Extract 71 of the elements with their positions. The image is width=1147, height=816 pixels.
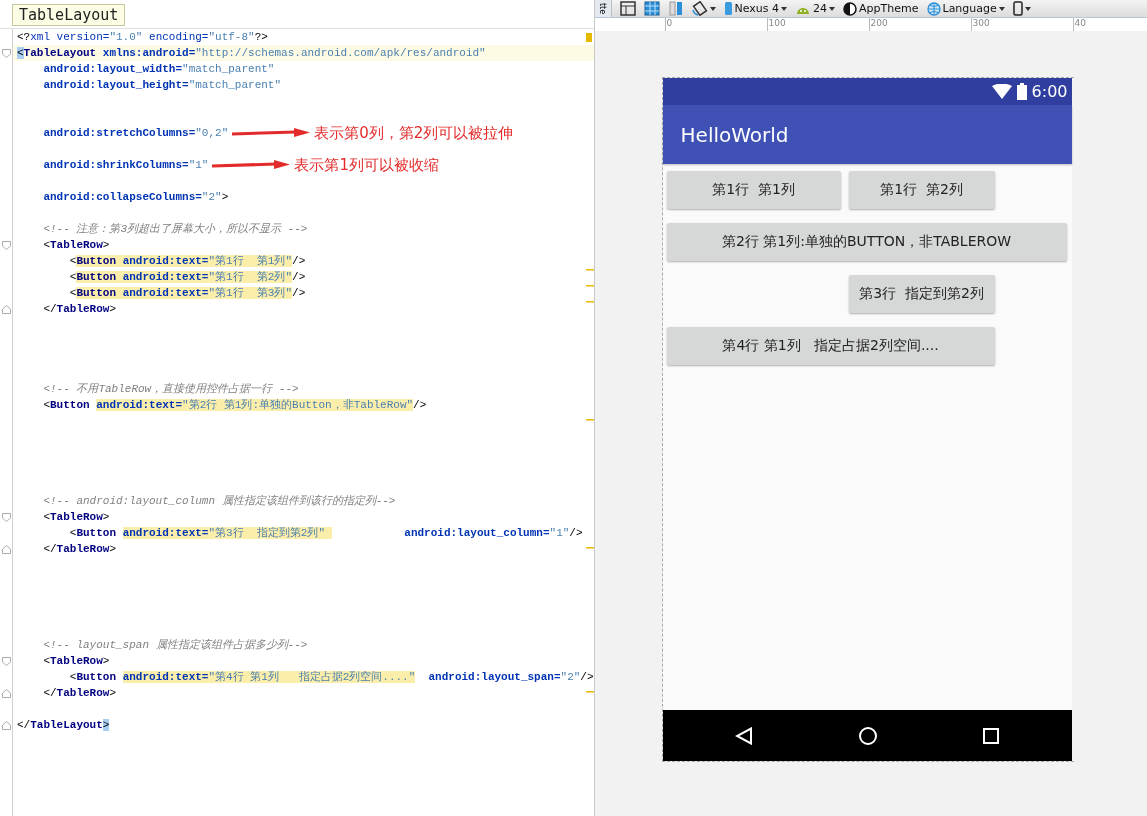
file-tab[interactable]: TableLayout xyxy=(12,4,126,26)
code-line: <!-- android:layout_column 属性指定该组件到该行的指定列--> xyxy=(42,494,396,509)
annotation-text: 表示第0列，第2列可以被拉伸 xyxy=(314,123,514,143)
ruler-label: 200 xyxy=(868,18,971,31)
wifi-icon xyxy=(991,84,1012,99)
code-line: <!-- 注意：第3列超出了屏幕大小，所以不显示 --> xyxy=(42,222,308,237)
phone-icon xyxy=(723,1,733,16)
code-line: </TableRow> xyxy=(42,686,117,701)
toolbar-dropdown[interactable]: Nexus 4 xyxy=(723,1,788,16)
code-line: <!-- 不用TableRow，直接使用控件占据一行 --> xyxy=(42,382,299,397)
split-view-icon[interactable] xyxy=(667,1,684,16)
fold-icon[interactable] xyxy=(1,240,11,250)
table-button[interactable]: 第3行 指定到第2列 xyxy=(848,275,995,313)
code-line: <TableLayout xmlns:android="http://schemas.android.com/apk/res/android" xyxy=(17,46,486,61)
code-line: android:stretchColumns="0,2" xyxy=(42,126,229,141)
table-button[interactable]: 第4行 第1列 指定占据2列空间.... xyxy=(666,327,995,365)
caret-icon xyxy=(829,6,836,11)
code-line: <Button android:text="第1行 第3列"/> xyxy=(68,286,306,301)
fold-icon[interactable] xyxy=(1,48,11,58)
code-line: <TableRow> xyxy=(42,238,110,253)
code-line: <TableRow> xyxy=(42,654,110,669)
globe-icon xyxy=(926,1,941,16)
caret-icon xyxy=(1024,6,1031,11)
fold-end-icon[interactable] xyxy=(1,720,11,730)
code-line: android:layout_height="match_parent" xyxy=(42,78,282,93)
code-line: <Button android:text="第3行 指定到第2列" android:layout_column="1"/> xyxy=(68,526,583,541)
code-line: </TableLayout> xyxy=(17,718,110,733)
code-line: android:shrinkColumns="1" xyxy=(42,158,209,173)
device-icon[interactable] xyxy=(1012,1,1031,16)
caret-icon xyxy=(998,6,1005,11)
code-line: </TableRow> xyxy=(42,542,117,557)
battery-icon xyxy=(1016,83,1027,100)
table-button[interactable]: 第1行 第2列 xyxy=(848,171,995,209)
recents-icon[interactable] xyxy=(983,727,1000,744)
toolbar-dropdown[interactable]: AppTheme xyxy=(843,1,919,16)
code-line: <TableRow> xyxy=(42,510,110,525)
code-line: android:layout_width="match_parent" xyxy=(42,62,275,77)
code-line: <Button android:text="第2行 第1列:单独的Button，非TableRow"/> xyxy=(42,398,427,413)
code-line: <?xml version="1.0" encoding="utf-8"?> xyxy=(17,30,268,45)
back-icon[interactable] xyxy=(735,726,754,745)
table-button[interactable]: 第1行 第1列 xyxy=(666,171,841,209)
ruler-label: 0 xyxy=(664,18,767,31)
code-line: <Button android:text="第1行 第1列"/> xyxy=(68,254,306,269)
clock-text: 6:00 xyxy=(1031,82,1068,101)
layout-icon[interactable] xyxy=(619,1,636,16)
fold-end-icon[interactable] xyxy=(1,688,11,698)
arrow-icon xyxy=(212,160,291,170)
table-button[interactable]: 第2行 第1列:单独的BUTTON，非TABLEROW xyxy=(666,223,1067,261)
fold-end-icon[interactable] xyxy=(1,544,11,554)
code-line: <Button android:text="第4行 第1列 指定占据2列空间...." android:layout_span="2"/> xyxy=(68,670,594,685)
fold-icon[interactable] xyxy=(1,512,11,522)
arrow-icon xyxy=(232,128,311,138)
code-line: android:collapseColumns="2"> xyxy=(42,190,229,205)
rotate-icon[interactable] xyxy=(691,1,716,16)
toolbar-dropdown[interactable]: 24 xyxy=(795,2,836,15)
code-line: <!-- layout_span 属性指定该组件占据多少列--> xyxy=(42,638,308,653)
contrast-icon xyxy=(843,1,858,16)
ruler-label: 40 xyxy=(1072,18,1147,31)
home-icon[interactable] xyxy=(858,725,879,746)
grid-icon[interactable] xyxy=(643,1,660,16)
app-title: HelloWorld xyxy=(680,122,789,147)
fold-icon[interactable] xyxy=(1,656,11,666)
caret-icon xyxy=(709,6,716,11)
ruler-label: 100 xyxy=(766,18,869,31)
code-line: </TableRow> xyxy=(42,302,117,317)
ruler-label: 300 xyxy=(970,18,1073,31)
toolbar-dropdown[interactable]: Language xyxy=(926,1,1005,16)
code-line: <Button android:text="第1行 第2列"/> xyxy=(68,270,306,285)
fold-end-icon[interactable] xyxy=(1,304,11,314)
annotation-text: 表示第1列可以被收缩 xyxy=(294,155,439,175)
caret-icon xyxy=(781,6,788,11)
